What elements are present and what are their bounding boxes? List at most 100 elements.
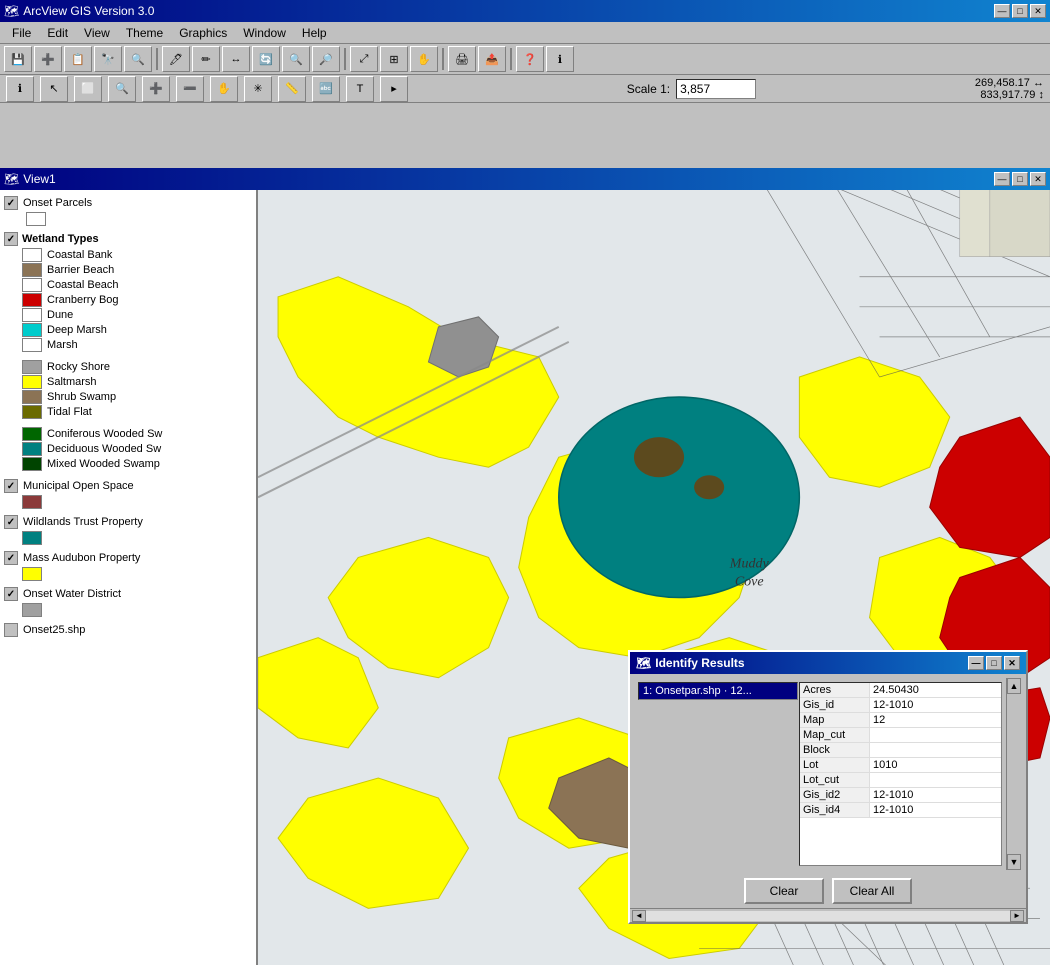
tb-find[interactable]: 🔍 xyxy=(124,46,152,72)
mass-audubon-swatch-row xyxy=(22,567,252,581)
tb-zoom-in2[interactable]: ➕ xyxy=(142,76,170,102)
field-gis-id4: Gis_id4 xyxy=(800,803,870,817)
scale-input[interactable] xyxy=(676,79,756,99)
title-bar-controls: — □ ✕ xyxy=(994,4,1046,18)
menu-view[interactable]: View xyxy=(76,24,118,42)
municipal-check[interactable]: ✓ xyxy=(4,479,18,493)
tidal-flat-label: Tidal Flat xyxy=(47,406,92,418)
tb-label[interactable]: 🔤 xyxy=(312,76,340,102)
tb-zoom-out[interactable]: 🔎 xyxy=(312,46,340,72)
onset-water-check[interactable]: ✓ xyxy=(4,587,18,601)
menu-graphics[interactable]: Graphics xyxy=(171,24,235,42)
identify-minimize[interactable]: — xyxy=(968,656,984,670)
scroll-up-btn[interactable]: ▲ xyxy=(1007,678,1021,694)
tb-measure[interactable]: 📏 xyxy=(278,76,306,102)
tb-zoom-in[interactable]: 🔍 xyxy=(282,46,310,72)
tidal-flat-swatch xyxy=(22,405,42,419)
svg-text:Cove: Cove xyxy=(735,574,764,590)
mass-audubon-swatch xyxy=(22,567,42,581)
coordinates-display: 269,458.17 ↔833,917.79 ↕ xyxy=(975,77,1044,101)
tb-new[interactable]: 💾 xyxy=(4,46,32,72)
menu-window[interactable]: Window xyxy=(235,24,294,42)
tb-extent[interactable]: ⤢ xyxy=(350,46,378,72)
menu-file[interactable]: File xyxy=(4,24,39,42)
tb-open[interactable]: 📋 xyxy=(64,46,92,72)
field-map-cut: Map_cut xyxy=(800,728,870,742)
marsh-swatch xyxy=(22,338,42,352)
wildlands-label: Wildlands Trust Property xyxy=(23,516,143,528)
identify-list-item[interactable]: 1: Onsetpar.shp · 12... xyxy=(639,683,797,699)
onset25-check[interactable] xyxy=(4,623,18,637)
hscroll-right[interactable]: ► xyxy=(1010,910,1024,922)
identify-close[interactable]: ✕ xyxy=(1004,656,1020,670)
value-lot-cut xyxy=(870,773,1001,787)
clear-button[interactable]: Clear xyxy=(744,878,824,904)
mixed-label: Mixed Wooded Swamp xyxy=(47,458,160,470)
scroll-down-btn[interactable]: ▼ xyxy=(1007,854,1021,870)
close-button[interactable]: ✕ xyxy=(1030,4,1046,18)
svg-text:Muddy: Muddy xyxy=(729,555,770,571)
tb-move[interactable]: ↔ xyxy=(222,46,250,72)
cranberry-bog-label: Cranberry Bog xyxy=(47,294,119,306)
identify-row-gis-id4: Gis_id4 12-1010 xyxy=(800,803,1001,818)
tb-search[interactable]: 🔭 xyxy=(94,46,122,72)
minimize-button[interactable]: — xyxy=(994,4,1010,18)
onset-parcels-check[interactable]: ✓ xyxy=(4,196,18,210)
menu-edit[interactable]: Edit xyxy=(39,24,76,42)
app-title: ArcView GIS Version 3.0 xyxy=(23,4,154,18)
identify-dialog: 🗺 Identify Results — □ ✕ 1: Onset xyxy=(628,650,1028,924)
tb-identify[interactable]: ℹ xyxy=(6,76,34,102)
coastal-bank-swatch xyxy=(22,248,42,262)
identify-hscrollbar: ◄ ► xyxy=(630,908,1026,922)
clear-all-button[interactable]: Clear All xyxy=(832,878,912,904)
tb-zoom-out2[interactable]: ➖ xyxy=(176,76,204,102)
menu-theme[interactable]: Theme xyxy=(118,24,171,42)
toolbar-sep-4 xyxy=(510,48,512,70)
coniferous-label: Coniferous Wooded Sw xyxy=(47,428,162,440)
wetland-deciduous: Deciduous Wooded Sw xyxy=(22,442,252,456)
value-acres: 24.50430 xyxy=(870,683,1001,697)
tb-add[interactable]: ➕ xyxy=(34,46,62,72)
tb-edit[interactable]: ✏ xyxy=(192,46,220,72)
field-map: Map xyxy=(800,713,870,727)
tb-pan[interactable]: ✋ xyxy=(410,46,438,72)
tb-info[interactable]: ℹ xyxy=(546,46,574,72)
identify-maximize[interactable]: □ xyxy=(986,656,1002,670)
map-area[interactable]: Muddy Cove Brood Cove 🗺 Identify Results… xyxy=(258,190,1050,965)
tb-print[interactable]: 🖨 xyxy=(448,46,476,72)
value-gis-id: 12-1010 xyxy=(870,698,1001,712)
identify-table-scrollbar: ▲ ▼ xyxy=(1006,678,1022,870)
value-gis-id4: 12-1010 xyxy=(870,803,1001,817)
view-minimize[interactable]: — xyxy=(994,172,1010,186)
view-maximize[interactable]: □ xyxy=(1012,172,1028,186)
tb-full[interactable]: ⊞ xyxy=(380,46,408,72)
tb-text[interactable]: T xyxy=(346,76,374,102)
tb-rotate[interactable]: 🔄 xyxy=(252,46,280,72)
wetland-barrier-beach: Barrier Beach xyxy=(22,263,252,277)
wetland-coastal-bank: Coastal Bank xyxy=(22,248,252,262)
tb-draw[interactable]: 🖊 xyxy=(162,46,190,72)
title-bar: 🗺 ArcView GIS Version 3.0 — □ ✕ xyxy=(0,0,1050,22)
tb-select-pointer[interactable]: ↖ xyxy=(40,76,68,102)
tb-pan2[interactable]: ✋ xyxy=(210,76,238,102)
identify-list[interactable]: 1: Onsetpar.shp · 12... xyxy=(638,682,798,700)
mass-audubon-check[interactable]: ✓ xyxy=(4,551,18,565)
wildlands-check[interactable]: ✓ xyxy=(4,515,18,529)
tb-vertex[interactable]: ✳ xyxy=(244,76,272,102)
tb-zoom-box[interactable]: 🔍 xyxy=(108,76,136,102)
saltmarsh-swatch xyxy=(22,375,42,389)
wetland-coniferous: Coniferous Wooded Sw xyxy=(22,427,252,441)
app-icon: 🗺 xyxy=(4,4,19,18)
tb-help[interactable]: ❓ xyxy=(516,46,544,72)
tb-export[interactable]: 📤 xyxy=(478,46,506,72)
tb-select-box[interactable]: ⬜ xyxy=(74,76,102,102)
view-close[interactable]: ✕ xyxy=(1030,172,1046,186)
wetland-types-check[interactable]: ✓ xyxy=(4,232,18,246)
onset-parcels-swatch xyxy=(26,212,46,226)
menu-help[interactable]: Help xyxy=(294,24,335,42)
field-gis-id: Gis_id xyxy=(800,698,870,712)
maximize-button[interactable]: □ xyxy=(1012,4,1028,18)
tb-more[interactable]: ▸ xyxy=(380,76,408,102)
coastal-bank-label: Coastal Bank xyxy=(47,249,112,261)
hscroll-left[interactable]: ◄ xyxy=(632,910,646,922)
